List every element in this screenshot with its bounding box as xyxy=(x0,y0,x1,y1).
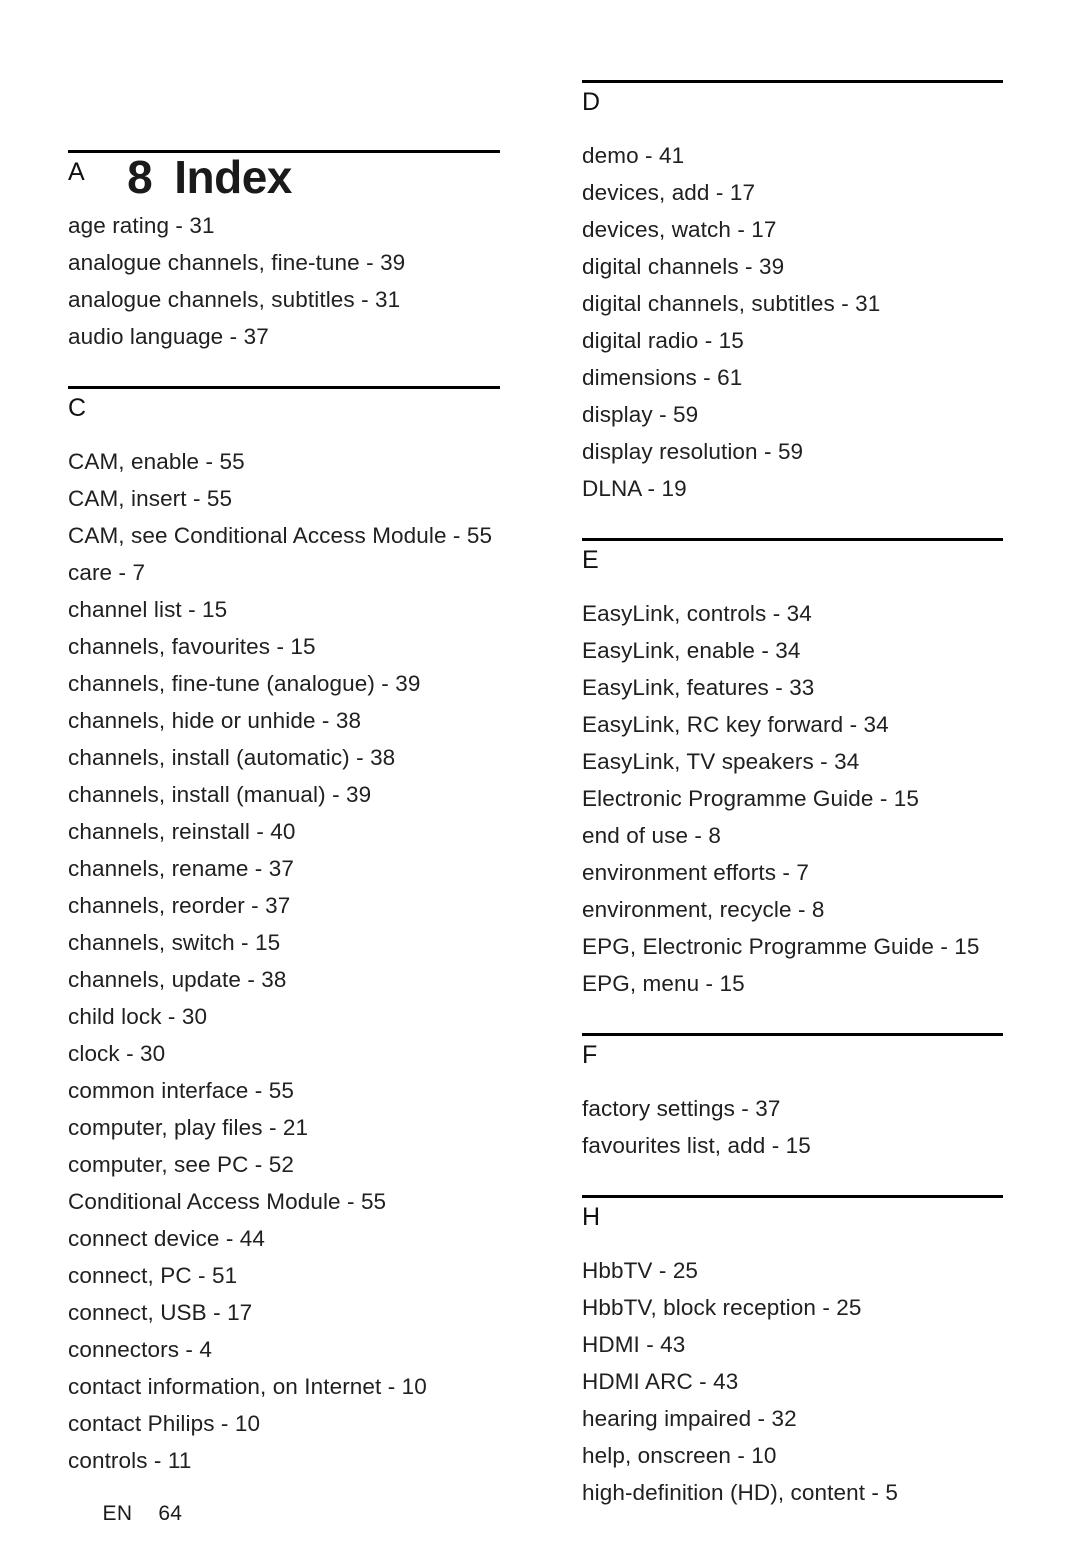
section-divider xyxy=(582,1033,1003,1036)
index-entry[interactable]: EasyLink, TV speakers - 34 xyxy=(582,743,1004,780)
index-entry[interactable]: channels, install (manual) - 39 xyxy=(68,776,500,813)
index-entry-list: CAM, enable - 55 CAM, insert - 55 CAM, see… xyxy=(68,443,500,1479)
index-section-f: Ffactory settings - 37 favourites list, a… xyxy=(582,1033,1004,1180)
index-entry[interactable]: audio language - 37 xyxy=(68,318,500,355)
index-entry[interactable]: digital channels, subtitles - 31 xyxy=(582,285,1004,322)
index-entry[interactable]: environment, recycle - 8 xyxy=(582,891,1004,928)
section-letter: E xyxy=(582,546,599,574)
index-entry[interactable]: channels, update - 38 xyxy=(68,961,500,998)
index-entry-list: age rating - 31 analogue channels, fine-t… xyxy=(68,207,500,355)
section-letter: C xyxy=(68,394,87,422)
index-entry[interactable]: channels, switch - 15 xyxy=(68,924,500,961)
section-divider xyxy=(582,1195,1003,1198)
index-entry[interactable]: channels, install (automatic) - 38 xyxy=(68,739,500,776)
section-divider xyxy=(582,538,1003,541)
index-section-c: C CAM, enable - 55 CAM, insert - 55 CAM, se… xyxy=(68,386,500,1495)
index-entry[interactable]: connect device - 44 xyxy=(68,1220,500,1257)
section-letter: D xyxy=(582,88,601,116)
index-entry[interactable]: analogue channels, fine-tune - 39 xyxy=(68,244,500,281)
index-entry[interactable]: connectors - 4 xyxy=(68,1331,500,1368)
index-entry[interactable]: channels, reorder - 37 xyxy=(68,887,500,924)
index-entry[interactable]: controls - 11 xyxy=(68,1442,500,1479)
index-entry[interactable]: Electronic Programme Guide - 15 xyxy=(582,780,1004,817)
index-section-h: H HbbTV - 25 HbbTV, block reception - 25 HD… xyxy=(582,1195,1004,1527)
section-letter: F xyxy=(582,1041,598,1069)
index-entry[interactable]: high-definition (HD), content - 5 xyxy=(582,1474,1004,1511)
index-entry[interactable]: child lock - 30 xyxy=(68,998,500,1035)
index-entry[interactable]: age rating - 31 xyxy=(68,207,500,244)
index-entry[interactable]: DLNA - 19 xyxy=(582,470,1004,507)
index-entry-list: demo - 41 devices, add - 17 devices, watch… xyxy=(582,137,1004,507)
index-entry[interactable]: channels, hide or unhide - 38 xyxy=(68,702,500,739)
index-entry[interactable]: clock - 30 xyxy=(68,1035,500,1072)
index-entry[interactable]: channels, fine-tune (analogue) - 39 xyxy=(68,665,500,702)
index-entry[interactable]: analogue channels, subtitles - 31 xyxy=(68,281,500,318)
section-letter: H xyxy=(582,1203,601,1231)
index-entry[interactable]: HbbTV - 25 xyxy=(582,1252,1004,1289)
index-entry[interactable]: end of use - 8 xyxy=(582,817,1004,854)
index-section-e: E EasyLink, controls - 34 EasyLink, enable… xyxy=(582,538,1004,1018)
index-entry[interactable]: Conditional Access Module - 55 xyxy=(68,1183,500,1220)
index-entry[interactable]: favourites list, add - 15 xyxy=(582,1127,1004,1164)
index-entry[interactable]: channels, reinstall - 40 xyxy=(68,813,500,850)
index-entry[interactable]: contact Philips - 10 xyxy=(68,1405,500,1442)
section-letter: A xyxy=(68,158,85,186)
index-section-d: Ddemo - 41 devices, add - 17 devices, watc… xyxy=(582,80,1004,523)
index-page: 8 Index Aage rating - 31 analogue channels… xyxy=(0,0,1080,1532)
footer-language: EN xyxy=(102,1502,133,1525)
index-entry[interactable]: connect, USB - 17 xyxy=(68,1294,500,1331)
index-entry[interactable]: CAM, enable - 55 xyxy=(68,443,500,480)
index-entry[interactable]: help, onscreen - 10 xyxy=(582,1437,1004,1474)
index-entry[interactable]: dimensions - 61 xyxy=(582,359,1004,396)
index-section-a: Aage rating - 31 analogue channels, fine-… xyxy=(68,150,500,371)
index-entry[interactable]: demo - 41 xyxy=(582,137,1004,174)
index-entry[interactable]: digital radio - 15 xyxy=(582,322,1004,359)
index-entry[interactable]: connect, PC - 51 xyxy=(68,1257,500,1294)
section-divider xyxy=(68,386,500,389)
index-entry[interactable]: display - 59 xyxy=(582,396,1004,433)
index-entry[interactable]: EasyLink, RC key forward - 34 xyxy=(582,706,1004,743)
index-entry-list: HbbTV - 25 HbbTV, block reception - 25 HDM… xyxy=(582,1252,1004,1511)
index-entry[interactable]: hearing impaired - 32 xyxy=(582,1400,1004,1437)
footer-page-number: 64 xyxy=(158,1502,183,1525)
index-entry[interactable]: environment efforts - 7 xyxy=(582,854,1004,891)
index-entry[interactable]: channels, rename - 37 xyxy=(68,850,500,887)
index-entry[interactable]: HbbTV, block reception - 25 xyxy=(582,1289,1004,1326)
section-divider xyxy=(68,150,500,153)
index-entry[interactable]: CAM, see Conditional Access Module - 55 xyxy=(68,517,500,554)
index-entry[interactable]: factory settings - 37 xyxy=(582,1090,1004,1127)
index-entry[interactable]: care - 7 xyxy=(68,554,500,591)
index-entry-list: EasyLink, controls - 34 EasyLink, enable … xyxy=(582,595,1004,1002)
index-entry[interactable]: EasyLink, enable - 34 xyxy=(582,632,1004,669)
index-entry[interactable]: display resolution - 59 xyxy=(582,433,1004,470)
index-entry-list: factory settings - 37 favourites list, ad… xyxy=(582,1090,1004,1164)
index-entry[interactable]: channel list - 15 xyxy=(68,591,500,628)
index-entry[interactable]: computer, play files - 21 xyxy=(68,1109,500,1146)
index-entry[interactable]: devices, add - 17 xyxy=(582,174,1004,211)
index-entry[interactable]: EasyLink, features - 33 xyxy=(582,669,1004,706)
index-entry[interactable]: common interface - 55 xyxy=(68,1072,500,1109)
page-footer: EN 64 xyxy=(78,1478,182,1550)
section-divider xyxy=(582,80,1003,83)
index-entry[interactable]: HDMI ARC - 43 xyxy=(582,1363,1004,1400)
index-entry[interactable]: EPG, Electronic Programme Guide - 15 xyxy=(582,928,1004,965)
index-entry[interactable]: contact information, on Internet - 10 xyxy=(68,1368,500,1405)
index-entry[interactable]: EPG, menu - 15 xyxy=(582,965,1004,1002)
index-entry[interactable]: digital channels - 39 xyxy=(582,248,1004,285)
index-entry[interactable]: devices, watch - 17 xyxy=(582,211,1004,248)
index-entry[interactable]: computer, see PC - 52 xyxy=(68,1146,500,1183)
index-entry[interactable]: channels, favourites - 15 xyxy=(68,628,500,665)
index-entry[interactable]: EasyLink, controls - 34 xyxy=(582,595,1004,632)
index-entry[interactable]: HDMI - 43 xyxy=(582,1326,1004,1363)
index-entry[interactable]: CAM, insert - 55 xyxy=(68,480,500,517)
